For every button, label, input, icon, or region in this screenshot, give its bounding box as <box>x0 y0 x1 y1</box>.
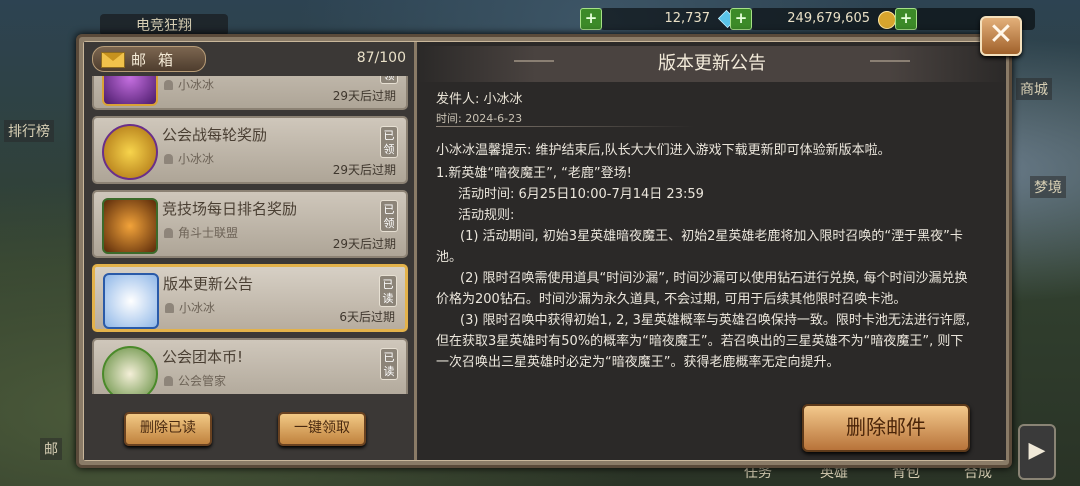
notice-title: 版本更新公告 <box>418 46 1006 82</box>
mail-item-title: 竞技场每日排名奖励 <box>162 200 298 218</box>
mail-item[interactable]: 公会战每轮奖励 小冰冰 29天后过期 已领 <box>92 116 408 184</box>
dream-label[interactable]: 梦境 <box>1030 176 1066 198</box>
notice-paragraph: (1) 活动期间, 初始3星英雄暗夜魔王、初始2星英雄老鹿将加入限时召唤的“湮于… <box>436 229 963 265</box>
notice-time: 时间: 2024-6-23 <box>436 112 523 125</box>
add-gold-button[interactable]: + <box>730 8 752 30</box>
expand-arrow-button[interactable]: ▶ <box>1018 424 1056 480</box>
mail-dialog: 邮箱 87/100 小冰冰 29天后过期 已领 公会战每轮奖励 小冰冰 29天后… <box>76 34 1012 468</box>
title-ornament-left <box>514 60 554 70</box>
add-gems-button[interactable]: + <box>580 8 602 30</box>
mail-list-panel: 邮箱 87/100 小冰冰 29天后过期 已领 公会战每轮奖励 小冰冰 29天后… <box>84 42 417 460</box>
delete-mail-button[interactable]: 删除邮件 <box>802 404 970 452</box>
shop-label[interactable]: 商城 <box>1016 78 1052 100</box>
guild-envelope-icon <box>102 346 158 394</box>
collect-all-button[interactable]: 一键领取 <box>278 412 366 446</box>
header-divider <box>436 126 694 127</box>
mail-item-expiry: 29天后过期 <box>332 89 396 103</box>
envelope-icon <box>103 273 159 329</box>
mailbox-header: 邮箱 87/100 <box>92 46 410 72</box>
mail-item-sender: 小冰冰 <box>165 299 215 316</box>
mail-item-expiry: 29天后过期 <box>332 163 396 177</box>
notice-paragraph: 小冰冰温馨提示: 维护结束后,队长大大们进入游戏下载更新即可体验新版本啦。 <box>436 143 891 158</box>
mail-item-sender: 角斗士联盟 <box>164 224 238 241</box>
mail-item-title: 公会战每轮奖励 <box>162 126 268 144</box>
gold-coin-icon <box>878 11 896 29</box>
mail-item-expiry: 29天后过期 <box>332 237 396 251</box>
delete-read-button[interactable]: 删除已读 <box>124 412 212 446</box>
mailbox-title: 邮箱 <box>131 51 186 69</box>
event-banner[interactable]: 电竞狂翔 <box>100 14 228 36</box>
gold-value: 249,679,605 <box>787 11 870 26</box>
notice-paragraph: 1.新英雄“暗夜魔王”, “老鹿”登场! <box>436 166 632 181</box>
mail-item-status-badge: 已领 <box>380 200 398 232</box>
notice-paragraph: (2) 限时召唤需使用道具“时间沙漏”, 时间沙漏可以使用钻石进行兑换, 每个时… <box>436 271 968 307</box>
mail-item-status-badge: 已领 <box>380 126 398 158</box>
mail-item-status-badge: 已领 <box>380 76 398 84</box>
mail-item-selected[interactable]: 版本更新公告 小冰冰 6天后过期 已读 <box>92 264 408 332</box>
notice-sender: 发件人: 小冰冰 <box>436 92 523 107</box>
resource-bar: + 12,737 + 249,679,605 + <box>570 8 1040 34</box>
mail-item-status-badge: 已读 <box>380 348 398 380</box>
purple-chest-icon <box>102 76 158 106</box>
gold-counter: + 249,679,605 <box>730 8 900 30</box>
mail-item[interactable]: 竞技场每日排名奖励 角斗士联盟 29天后过期 已领 <box>92 190 408 258</box>
mail-item-title: 版本更新公告 <box>163 275 254 293</box>
mail-item-sender: 小冰冰 <box>164 150 214 167</box>
gem-value: 12,737 <box>664 11 711 26</box>
leaderboard-label[interactable]: 排行榜 <box>4 120 54 142</box>
guild-coin-icon <box>102 124 158 180</box>
mail-item-expiry: 6天后过期 <box>339 310 395 324</box>
mail-item-title: 公会团本币! <box>162 348 244 366</box>
mail-count: 87/100 <box>356 50 406 66</box>
mail-list[interactable]: 小冰冰 29天后过期 已领 公会战每轮奖励 小冰冰 29天后过期 已领 竞技场每… <box>92 76 410 394</box>
mail-item-sender: 公会管家 <box>164 372 226 389</box>
close-icon[interactable]: ✕ <box>980 16 1022 56</box>
dialog-frame: 邮箱 87/100 小冰冰 29天后过期 已领 公会战每轮奖励 小冰冰 29天后… <box>83 41 1006 461</box>
mailbox-title-box: 邮箱 <box>92 46 206 72</box>
add-stamina-button[interactable]: + <box>895 8 917 30</box>
mail-item-status-badge: 已读 <box>379 275 397 307</box>
mail-item[interactable]: 公会团本币! 公会管家 已读 <box>92 338 408 394</box>
envelope-icon <box>101 52 125 68</box>
notice-paragraph: 活动时间: 6月25日10:00-7月14日 23:59 <box>458 187 704 202</box>
notice-paragraph: 活动规则: <box>458 208 515 223</box>
title-ornament-right <box>870 60 910 70</box>
notice-body[interactable]: 小冰冰温馨提示: 维护结束后,队长大大们进入游戏下载更新即可体验新版本啦。 1.… <box>436 140 976 386</box>
mail-item-sender: 小冰冰 <box>164 76 214 93</box>
gem-counter: + 12,737 <box>580 8 740 30</box>
gold-pile-icon <box>102 198 158 254</box>
mail-side-label[interactable]: 邮 <box>40 438 62 460</box>
mail-item[interactable]: 小冰冰 29天后过期 已领 <box>92 76 408 110</box>
mail-detail-panel: 版本更新公告 发件人: 小冰冰 时间: 2024-6-23 小冰冰温馨提示: 维… <box>418 42 1006 460</box>
notice-paragraph: (3) 限时召唤中获得初始1, 2, 3星英雄概率与英雄召唤保持一致。限时卡池无… <box>436 313 971 370</box>
